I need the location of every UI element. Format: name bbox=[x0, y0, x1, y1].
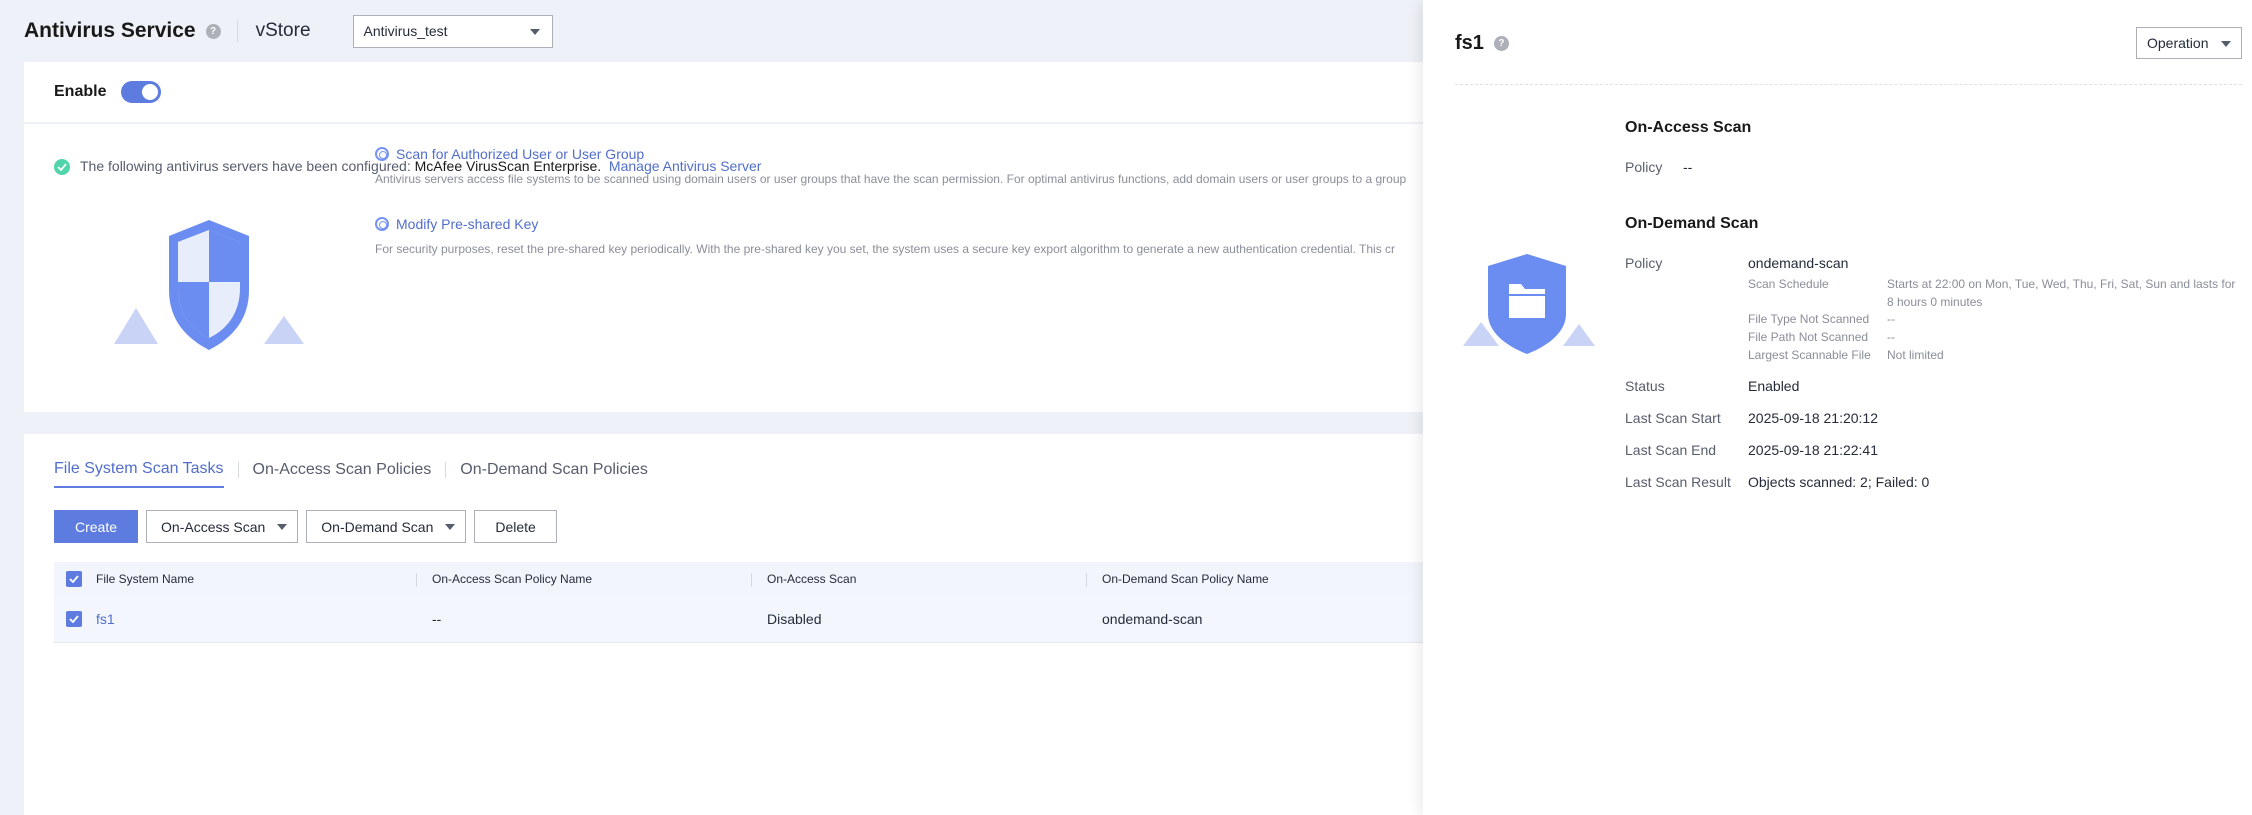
on-access-scan-title: On-Access Scan bbox=[1625, 119, 1752, 136]
column-header[interactable]: On-Access Scan bbox=[751, 572, 1086, 587]
feature-title-modify-key[interactable]: Modify Pre-shared Key bbox=[375, 216, 1450, 232]
help-icon[interactable]: ? bbox=[1493, 36, 1509, 51]
tab-on-access-scan-policies[interactable]: On-Access Scan Policies bbox=[253, 461, 432, 487]
vstore-label: vStore bbox=[255, 20, 311, 41]
chevron-down-icon bbox=[277, 524, 288, 530]
file-path-not-scanned-value: -- bbox=[1887, 330, 1895, 344]
column-header[interactable]: On-Access Scan Policy Name bbox=[416, 572, 751, 587]
feature-ring-icon bbox=[375, 147, 389, 161]
file-path-not-scanned-label: File Path Not Scanned bbox=[1748, 330, 1869, 344]
feature-scan-authorized: Scan for Authorized User or User Group A… bbox=[375, 146, 1450, 186]
last-scan-result-label: Last Scan Result bbox=[1625, 474, 1731, 490]
details-drawer: fs1 ? Operation On-Access Scan Policy --… bbox=[1423, 0, 2252, 815]
enable-toggle[interactable] bbox=[121, 81, 162, 103]
feature-title-scan-authorized[interactable]: Scan for Authorized User or User Group bbox=[375, 146, 1450, 162]
on-demand-scan-label: On-Demand Scan bbox=[321, 518, 434, 535]
toolbar: Create On-Access Scan On-Demand Scan Del… bbox=[54, 510, 557, 543]
tab-divider bbox=[445, 462, 447, 478]
scan-schedule-value: Starts at 22:00 on Mon, Tue, Wed, Thu, F… bbox=[1887, 277, 2236, 309]
enable-label: Enable bbox=[54, 83, 107, 100]
drawer-title: fs1 bbox=[1455, 32, 1484, 54]
drawer-divider bbox=[1455, 84, 2242, 85]
column-header[interactable]: On-Demand Scan Policy Name bbox=[1086, 572, 1386, 587]
on-access-scan-dropdown[interactable]: On-Access Scan bbox=[146, 510, 299, 543]
table-cell: -- bbox=[432, 610, 442, 627]
scan-tasks-table: File System Name On-Access Scan Policy N… bbox=[54, 562, 1474, 643]
file-system-link[interactable]: fs1 bbox=[96, 611, 416, 627]
file-type-not-scanned-label: File Type Not Scanned bbox=[1748, 312, 1870, 326]
drawer-header: fs1 ? bbox=[1455, 32, 1509, 55]
on-demand-policy-value: ondemand-scan bbox=[1748, 255, 1849, 271]
row-checkbox[interactable] bbox=[66, 610, 82, 627]
on-access-policy-value: -- bbox=[1683, 159, 1693, 175]
last-scan-start-label: Last Scan Start bbox=[1625, 410, 1721, 426]
chevron-down-icon bbox=[2221, 41, 2231, 47]
on-demand-policy-label: Policy bbox=[1625, 255, 1663, 271]
feature-description: Antivirus servers access file systems to… bbox=[375, 172, 1407, 186]
chevron-down-icon bbox=[445, 524, 456, 530]
chevron-down-icon bbox=[529, 28, 540, 35]
last-scan-end-label: Last Scan End bbox=[1625, 442, 1717, 458]
header-divider bbox=[236, 20, 238, 42]
operation-label: Operation bbox=[2147, 35, 2209, 51]
toggle-knob bbox=[142, 84, 159, 100]
last-scan-result-value: Objects scanned: 2; Failed: 0 bbox=[1748, 474, 1930, 490]
tab-file-system-scan-tasks[interactable]: File System Scan Tasks bbox=[54, 460, 224, 488]
feature-ring-icon bbox=[375, 217, 389, 231]
feature-title-text: Modify Pre-shared Key bbox=[396, 216, 539, 232]
scan-schedule-label: Scan Schedule bbox=[1748, 277, 1829, 291]
last-scan-start-value: 2025-09-18 21:20:12 bbox=[1748, 410, 1878, 426]
on-access-scan-label: On-Access Scan bbox=[161, 518, 266, 535]
tab-on-demand-scan-policies[interactable]: On-Demand Scan Policies bbox=[460, 461, 648, 487]
delete-button[interactable]: Delete bbox=[474, 510, 557, 543]
select-all-checkbox[interactable] bbox=[66, 570, 82, 587]
table-row[interactable]: fs1 -- Disabled ondemand-scan bbox=[54, 595, 1474, 643]
operation-dropdown[interactable]: Operation bbox=[2136, 27, 2242, 59]
feature-description: For security purposes, reset the pre-sha… bbox=[375, 242, 1396, 256]
on-demand-scan-dropdown[interactable]: On-Demand Scan bbox=[306, 510, 467, 543]
page-title: Antivirus Service bbox=[24, 19, 196, 42]
shield-illustration-icon bbox=[114, 220, 304, 350]
create-button[interactable]: Create bbox=[54, 510, 139, 543]
feature-modify-key: Modify Pre-shared Key For security purpo… bbox=[375, 216, 1450, 256]
on-access-policy-label: Policy bbox=[1625, 159, 1663, 175]
table-header: File System Name On-Access Scan Policy N… bbox=[54, 562, 1474, 595]
status-label: Status bbox=[1625, 378, 1665, 394]
vstore-select-value: Antivirus_test bbox=[363, 23, 448, 39]
column-header[interactable]: File System Name bbox=[96, 572, 416, 586]
tab-divider bbox=[237, 462, 239, 478]
configured-prefix: The following antivirus servers have bee… bbox=[80, 158, 415, 174]
help-icon[interactable]: ? bbox=[205, 23, 221, 39]
table-cell: ondemand-scan bbox=[1102, 610, 1203, 627]
vstore-select[interactable]: Antivirus_test bbox=[352, 14, 553, 48]
folder-shield-illustration-icon bbox=[1463, 254, 1595, 354]
success-check-icon bbox=[54, 159, 70, 175]
largest-scannable-file-label: Largest Scannable File bbox=[1748, 348, 1871, 362]
on-demand-scan-title: On-Demand Scan bbox=[1625, 215, 1759, 232]
table-cell: Disabled bbox=[767, 610, 822, 627]
tab-bar: File System Scan Tasks On-Access Scan Po… bbox=[54, 460, 648, 488]
last-scan-end-value: 2025-09-18 21:22:41 bbox=[1748, 442, 1878, 458]
feature-title-text: Scan for Authorized User or User Group bbox=[396, 146, 645, 162]
largest-scannable-file-value: Not limited bbox=[1887, 348, 1944, 362]
file-type-not-scanned-value: -- bbox=[1887, 312, 1895, 326]
status-value: Enabled bbox=[1748, 378, 1800, 394]
